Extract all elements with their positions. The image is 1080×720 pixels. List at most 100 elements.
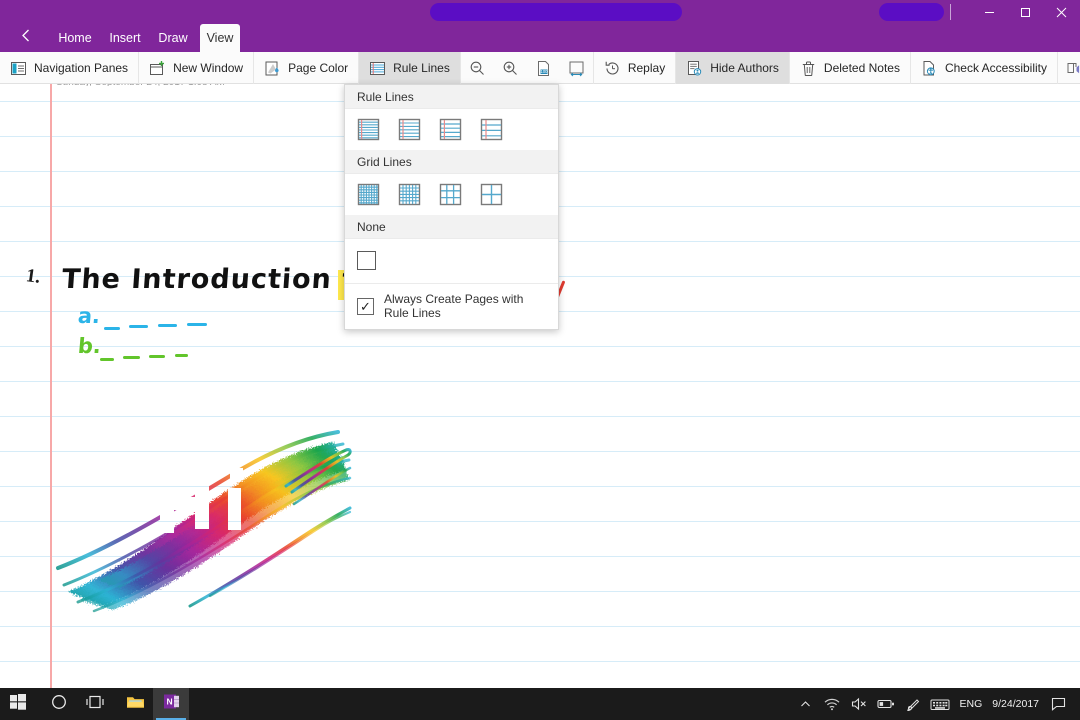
tab-draw[interactable]: Draw [150,24,196,52]
rule-lines-options-row [345,109,558,150]
check-accessibility-icon [921,60,938,77]
rule-lines-label: Rule Lines [393,61,450,75]
new-window-icon [149,60,166,77]
maximize-icon [1020,7,1031,18]
option-medium-grid[interactable] [398,181,439,208]
immersive-reader-button[interactable] [1058,52,1080,84]
dropdown-header-none: None [345,215,558,239]
new-window-button[interactable]: New Window [139,52,255,84]
account-name-pill[interactable] [879,3,944,21]
new-window-label: New Window [173,61,244,75]
dash-b-3 [149,355,165,358]
rainbow-brushstroke-hi-artwork[interactable] [50,420,355,615]
rule-line [0,661,1080,662]
tab-home[interactable]: Home [50,24,100,52]
touch-keyboard-button[interactable] [927,688,954,720]
rule-line [0,626,1080,627]
pen-workspace-button[interactable] [900,688,927,720]
back-button[interactable] [12,24,40,52]
close-button[interactable] [1043,0,1079,24]
folder-icon [126,694,145,715]
navigation-panes-button[interactable]: Navigation Panes [0,52,140,84]
page-width-icon [568,60,585,77]
deleted-notes-label: Deleted Notes [823,61,900,75]
cortana-button[interactable] [41,688,77,720]
zoom-out-icon [469,60,486,77]
close-icon [1056,7,1067,18]
onenote-icon: N [163,693,180,715]
grid-lines-options-row [345,174,558,215]
checkmark-icon: ✓ [360,298,371,314]
note-title-handwriting: The Introduction to [60,264,377,295]
dash-b-1 [100,358,114,361]
hide-authors-button[interactable]: Hide Authors [676,52,790,84]
replay-label: Replay [627,61,666,75]
rule-lines-dropdown[interactable]: Rule Lines Grid Lines None ✓ Always Crea… [344,84,559,330]
minimize-icon [984,7,995,18]
action-center-button[interactable] [1045,688,1072,720]
tab-view[interactable]: View [200,24,240,52]
tab-draw-label: Draw [158,31,188,45]
hide-authors-icon [686,60,703,77]
maximize-button[interactable] [1007,0,1043,24]
document-title-pill [430,3,682,21]
immersive-reader-icon [1066,60,1080,77]
battery-button[interactable] [873,688,900,720]
option-large-grid[interactable] [439,181,480,208]
navigation-panes-label: Navigation Panes [34,61,129,75]
file-explorer-button[interactable] [117,688,153,720]
always-create-pages-checkbox[interactable]: ✓ [357,297,374,315]
navigation-panes-icon [10,60,27,77]
tab-view-label: View [206,31,234,45]
dropdown-header-grid-lines: Grid Lines [345,150,558,174]
rule-lines-button[interactable]: Rule Lines [359,52,461,84]
hide-authors-label: Hide Authors [710,61,779,75]
always-create-pages-checkbox-row[interactable]: ✓ Always Create Pages with Rule Lines [345,283,558,329]
task-view-button[interactable] [77,688,113,720]
page-width-button[interactable] [560,52,594,84]
page-color-button[interactable]: Page Color [254,52,360,84]
page-color-label: Page Color [288,61,349,75]
tab-home-label: Home [58,31,92,45]
clock[interactable]: 9/24/2017 [988,688,1045,720]
task-view-icon [86,695,104,714]
dash-a-1 [104,327,120,330]
note-list-number: 1. [24,265,42,288]
dash-b-4 [175,354,188,357]
always-create-pages-label: Always Create Pages with Rule Lines [384,292,524,320]
chevron-left-icon [20,28,33,48]
option-no-lines[interactable] [357,247,398,274]
system-tray: ENG 9/24/2017 [792,688,1072,720]
show-hidden-icons-button[interactable] [792,688,819,720]
dash-a-2 [129,325,148,328]
minimize-button[interactable] [971,0,1007,24]
option-college-ruled[interactable] [398,116,439,143]
option-standard-ruled[interactable] [439,116,480,143]
onenote-window: Home Insert Draw View Navigation Panes N… [0,0,1080,720]
check-accessibility-button[interactable]: Check Accessibility [911,52,1059,84]
option-narrow-ruled[interactable] [357,116,398,143]
dash-a-4 [187,323,207,326]
dash-b-2 [123,356,140,359]
dropdown-header-rule-lines: Rule Lines [345,85,558,109]
zoom-out-button[interactable] [461,52,494,84]
option-very-large-grid[interactable] [480,181,521,208]
option-small-grid[interactable] [357,181,398,208]
deleted-notes-button[interactable]: Deleted Notes [790,52,911,84]
language-indicator[interactable]: ENG [954,688,989,720]
zoom-in-button[interactable] [494,52,527,84]
view-command-bar: Navigation Panes New Window Page Color R… [0,52,1080,84]
tab-insert-label: Insert [109,31,141,45]
onenote-button[interactable]: N [153,688,189,720]
page-date-text: Sunday, September 24, 2017 1:08 AM [56,84,356,86]
start-button[interactable] [0,688,36,720]
page-100-button[interactable]: 100 [527,52,560,84]
option-wide-ruled[interactable] [480,116,521,143]
replay-button[interactable]: Replay [594,52,677,84]
no-lines-box-icon [357,251,376,270]
svg-text:N: N [166,697,172,707]
volume-button[interactable] [846,688,873,720]
network-button[interactable] [819,688,846,720]
check-accessibility-label: Check Accessibility [944,61,1048,75]
tab-insert[interactable]: Insert [100,24,150,52]
